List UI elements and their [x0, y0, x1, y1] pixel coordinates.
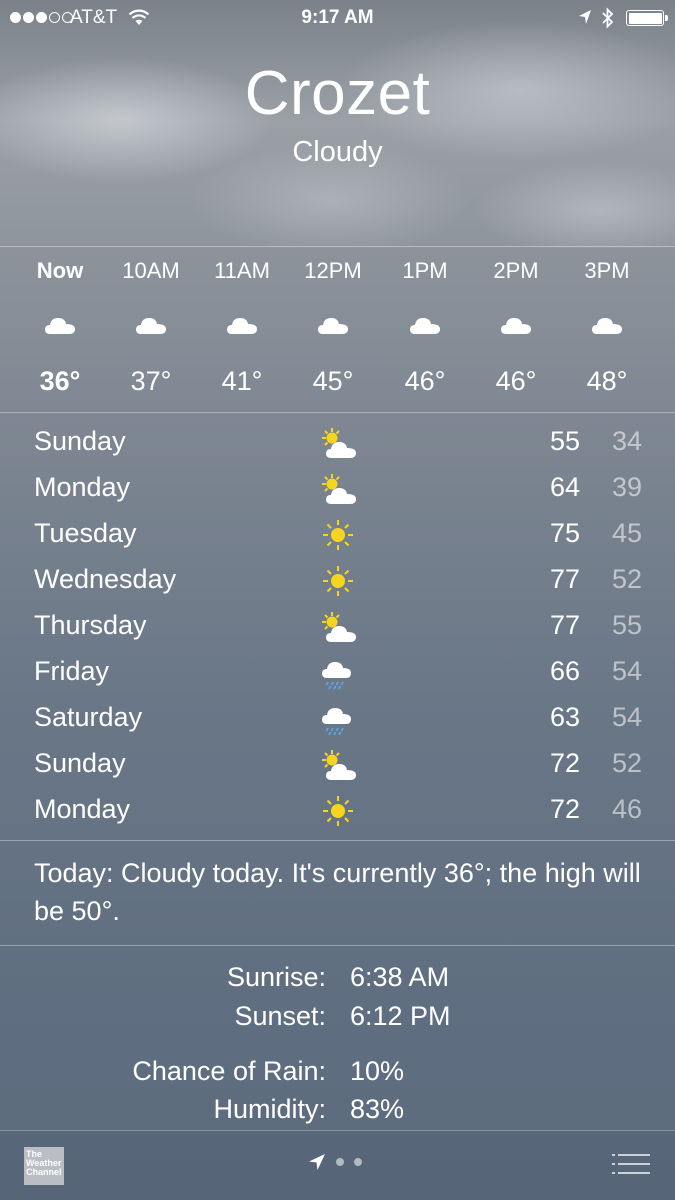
- partly-sunny-icon: [322, 612, 356, 642]
- rain-chance-label: Chance of Rain:: [132, 1056, 326, 1086]
- cloud-icon: [318, 318, 348, 334]
- day-name: Friday: [34, 656, 110, 686]
- hour-label: 2PM: [493, 258, 539, 283]
- page-dot: [336, 1158, 344, 1166]
- day-low: 52: [611, 564, 642, 594]
- day-name: Wednesday: [34, 564, 177, 594]
- sunrise-label: Sunrise:: [226, 962, 326, 992]
- day-high: 72: [549, 748, 580, 778]
- daily-row: Monday 72 46: [0, 788, 675, 834]
- hour-label: 10AM: [122, 258, 180, 283]
- today-summary: Today: Cloudy today. It's currently 36°;…: [34, 858, 641, 926]
- humidity-row: Humidity: 83%: [0, 1094, 675, 1132]
- day-high: 66: [549, 656, 580, 686]
- sun-icon: [323, 796, 353, 826]
- hour-temp: 37°: [130, 366, 172, 396]
- cloud-icon: [45, 318, 75, 334]
- day-name: Monday: [34, 794, 131, 824]
- day-name: Thursday: [34, 610, 147, 640]
- status-bar: AT&T 9:17 AM: [0, 0, 675, 36]
- day-low: 54: [611, 702, 642, 732]
- sunrise-row: Sunrise: 6:38 AM: [0, 962, 675, 1000]
- humidity-value: 83%: [350, 1094, 405, 1124]
- clock: 9:17 AM: [301, 7, 374, 28]
- day-low: 34: [611, 426, 642, 456]
- hour-label: 1PM: [402, 258, 448, 283]
- bottom-toolbar: The Weather Channel: [0, 1130, 675, 1200]
- day-high: 63: [549, 702, 580, 732]
- daily-row: Sunday 72 52: [0, 742, 675, 788]
- sunrise-value: 6:38 AM: [350, 962, 450, 992]
- day-name: Saturday: [34, 702, 143, 732]
- divider: [0, 945, 675, 946]
- day-low: 45: [611, 518, 642, 548]
- rain-icon: [322, 662, 351, 690]
- weather-channel-logo[interactable]: The Weather Channel: [24, 1147, 64, 1185]
- day-high: 77: [549, 564, 580, 594]
- day-high: 75: [549, 518, 580, 548]
- day-low: 39: [611, 472, 642, 502]
- day-high: 77: [549, 610, 580, 640]
- divider: [0, 246, 675, 247]
- day-low: 54: [611, 656, 642, 686]
- day-name: Sunday: [34, 748, 126, 778]
- sun-icon: [323, 520, 353, 550]
- city-list-icon[interactable]: [612, 1151, 650, 1179]
- day-name: Tuesday: [34, 518, 137, 548]
- daily-row: Thursday 77 55: [0, 604, 675, 650]
- daily-row: Friday 66 54: [0, 650, 675, 696]
- daily-row: Sunday 55 34: [0, 420, 675, 466]
- hour-temp: 36°: [39, 366, 81, 396]
- hour-label: 11AM: [214, 258, 270, 283]
- daily-row: Monday 64 39: [0, 466, 675, 512]
- location-arrow-icon: [309, 1154, 325, 1170]
- hour-temp: 46°: [404, 366, 446, 396]
- day-high: 64: [549, 472, 580, 502]
- partly-sunny-icon: [322, 750, 356, 780]
- hour-temp: 48°: [586, 366, 628, 396]
- day-high: 55: [549, 426, 580, 456]
- current-condition: Cloudy: [292, 136, 383, 168]
- sunset-value: 6:12 PM: [350, 1001, 451, 1031]
- location-arrow-icon: [579, 10, 591, 24]
- rain-chance-row: Chance of Rain: 10%: [0, 1056, 675, 1094]
- page-dot: [354, 1158, 362, 1166]
- cloud-icon: [227, 318, 257, 334]
- rain-chance-value: 10%: [350, 1056, 405, 1086]
- day-low: 55: [611, 610, 642, 640]
- divider: [0, 840, 675, 841]
- sunset-row: Sunset: 6:12 PM: [0, 1001, 675, 1039]
- daily-row: Wednesday 77 52: [0, 558, 675, 604]
- page-indicator[interactable]: [308, 1153, 362, 1171]
- hour-temp: 41°: [221, 366, 263, 396]
- hour-temp: 46°: [495, 366, 537, 396]
- day-low: 46: [611, 794, 642, 824]
- day-name: Monday: [34, 472, 131, 502]
- hour-label: 3PM: [584, 258, 630, 283]
- sunset-label: Sunset:: [234, 1001, 326, 1031]
- partly-sunny-icon: [322, 474, 356, 504]
- hourly-forecast[interactable]: Now 36° 10AM 37° 11AM 41° 12PM 45° 1PM 4…: [0, 248, 675, 412]
- divider: [0, 412, 675, 413]
- hour-label: Now: [36, 258, 84, 283]
- hour-temp: 45°: [312, 366, 354, 396]
- cloud-icon: [410, 318, 440, 334]
- day-low: 52: [611, 748, 642, 778]
- humidity-label: Humidity:: [213, 1094, 326, 1124]
- day-high: 72: [549, 794, 580, 824]
- hour-label: 12PM: [304, 258, 362, 283]
- city-name: Crozet: [244, 59, 431, 128]
- bluetooth-icon: [602, 7, 614, 29]
- daily-row: Saturday 63 54: [0, 696, 675, 742]
- partly-sunny-icon: [322, 428, 356, 458]
- sun-icon: [323, 566, 353, 596]
- cloud-icon: [136, 318, 166, 334]
- cloud-icon: [592, 318, 622, 334]
- daily-row: Tuesday 75 45: [0, 512, 675, 558]
- rain-icon: [322, 708, 351, 736]
- day-name: Sunday: [34, 426, 126, 456]
- battery-icon: [626, 10, 668, 26]
- cloud-icon: [501, 318, 531, 334]
